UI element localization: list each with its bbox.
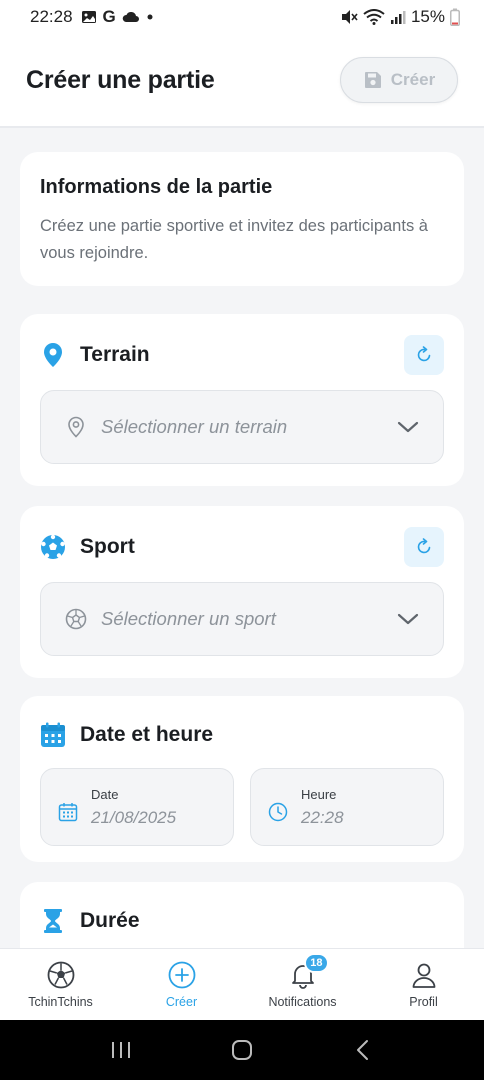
bottom-tab-bar: TchinTchins Créer 18 Notifications Profi… (0, 948, 484, 1020)
date-value: 21/08/2025 (91, 807, 177, 827)
duration-section: Durée (20, 882, 464, 948)
dot-icon (146, 13, 154, 21)
app-header: Créer une partie Créer (0, 34, 484, 128)
refresh-icon (415, 346, 433, 364)
signal-icon (390, 9, 406, 25)
sport-select[interactable]: Sélectionner un sport (40, 582, 444, 656)
tab-tchintchins[interactable]: TchinTchins (0, 949, 121, 1020)
form-scroll-area[interactable]: Informations de la partie Créez une part… (0, 130, 484, 948)
soccer-ball-icon (47, 961, 75, 989)
datetime-section: Date et heure Date 21/08/2025 Heure 22:2… (20, 696, 464, 862)
location-pin-outline-icon (65, 416, 87, 438)
tab-label: TchinTchins (28, 995, 93, 1009)
tab-label: Profil (409, 995, 438, 1009)
create-button[interactable]: Créer (340, 57, 458, 103)
info-title: Informations de la partie (40, 176, 273, 198)
calendar-small-icon (57, 801, 79, 823)
chevron-down-icon (397, 420, 419, 434)
location-pin-icon (40, 342, 66, 368)
wifi-icon (363, 9, 385, 25)
recent-apps-icon (110, 1040, 132, 1060)
terrain-select[interactable]: Sélectionner un terrain (40, 390, 444, 464)
terrain-section: Terrain Sélectionner un terrain (20, 314, 464, 486)
time-field[interactable]: Heure 22:28 (250, 768, 444, 846)
back-button[interactable] (343, 1030, 383, 1070)
google-g-icon: G (102, 7, 116, 26)
user-icon (410, 961, 438, 989)
tab-label: Créer (165, 995, 198, 1009)
gallery-icon (81, 9, 97, 25)
date-caption: Date (91, 786, 119, 802)
soccer-ball-icon (40, 534, 66, 560)
datetime-label: Date et heure (80, 723, 214, 746)
sport-label: Sport (80, 535, 135, 558)
recent-apps-button[interactable] (101, 1030, 141, 1070)
home-button[interactable] (222, 1030, 262, 1070)
battery-icon (450, 8, 460, 26)
clock-icon (267, 801, 289, 823)
save-icon (363, 70, 383, 90)
time-caption: Heure (301, 786, 337, 802)
mute-icon (340, 9, 358, 25)
back-icon (355, 1039, 371, 1061)
system-nav-bar (0, 1020, 484, 1080)
tab-label: Notifications (268, 995, 337, 1009)
terrain-select-placeholder: Sélectionner un terrain (101, 416, 288, 437)
terrain-refresh-button[interactable] (404, 335, 444, 375)
status-time: 22:28 (30, 7, 73, 26)
sport-select-placeholder: Sélectionner un sport (101, 608, 276, 629)
tab-profil[interactable]: Profil (363, 949, 484, 1020)
info-description: Créez une partie sportive et invitez des… (40, 217, 428, 262)
soccer-ball-outline-icon (65, 608, 87, 630)
page-title: Créer une partie (26, 65, 215, 94)
tab-creer[interactable]: Créer (121, 949, 242, 1020)
calendar-icon (40, 722, 66, 748)
duration-label: Durée (80, 909, 140, 932)
create-button-label: Créer (390, 70, 436, 89)
time-value: 22:28 (301, 807, 344, 827)
plus-circle-icon (168, 961, 196, 989)
tab-notifications[interactable]: 18 Notifications (242, 949, 363, 1020)
battery-percent: 15% (410, 7, 445, 26)
info-card: Informations de la partie Créez une part… (20, 152, 464, 286)
sport-refresh-button[interactable] (404, 527, 444, 567)
home-icon (231, 1039, 253, 1061)
refresh-icon (415, 538, 433, 556)
date-field[interactable]: Date 21/08/2025 (40, 768, 234, 846)
cloud-icon (122, 10, 140, 24)
notification-badge: 18 (304, 953, 329, 973)
chevron-down-icon (397, 612, 419, 626)
terrain-label: Terrain (80, 343, 150, 366)
status-bar: 22:28 G 15% (0, 0, 484, 34)
sport-section: Sport Sélectionner un sport (20, 506, 464, 678)
hourglass-icon (40, 908, 66, 934)
